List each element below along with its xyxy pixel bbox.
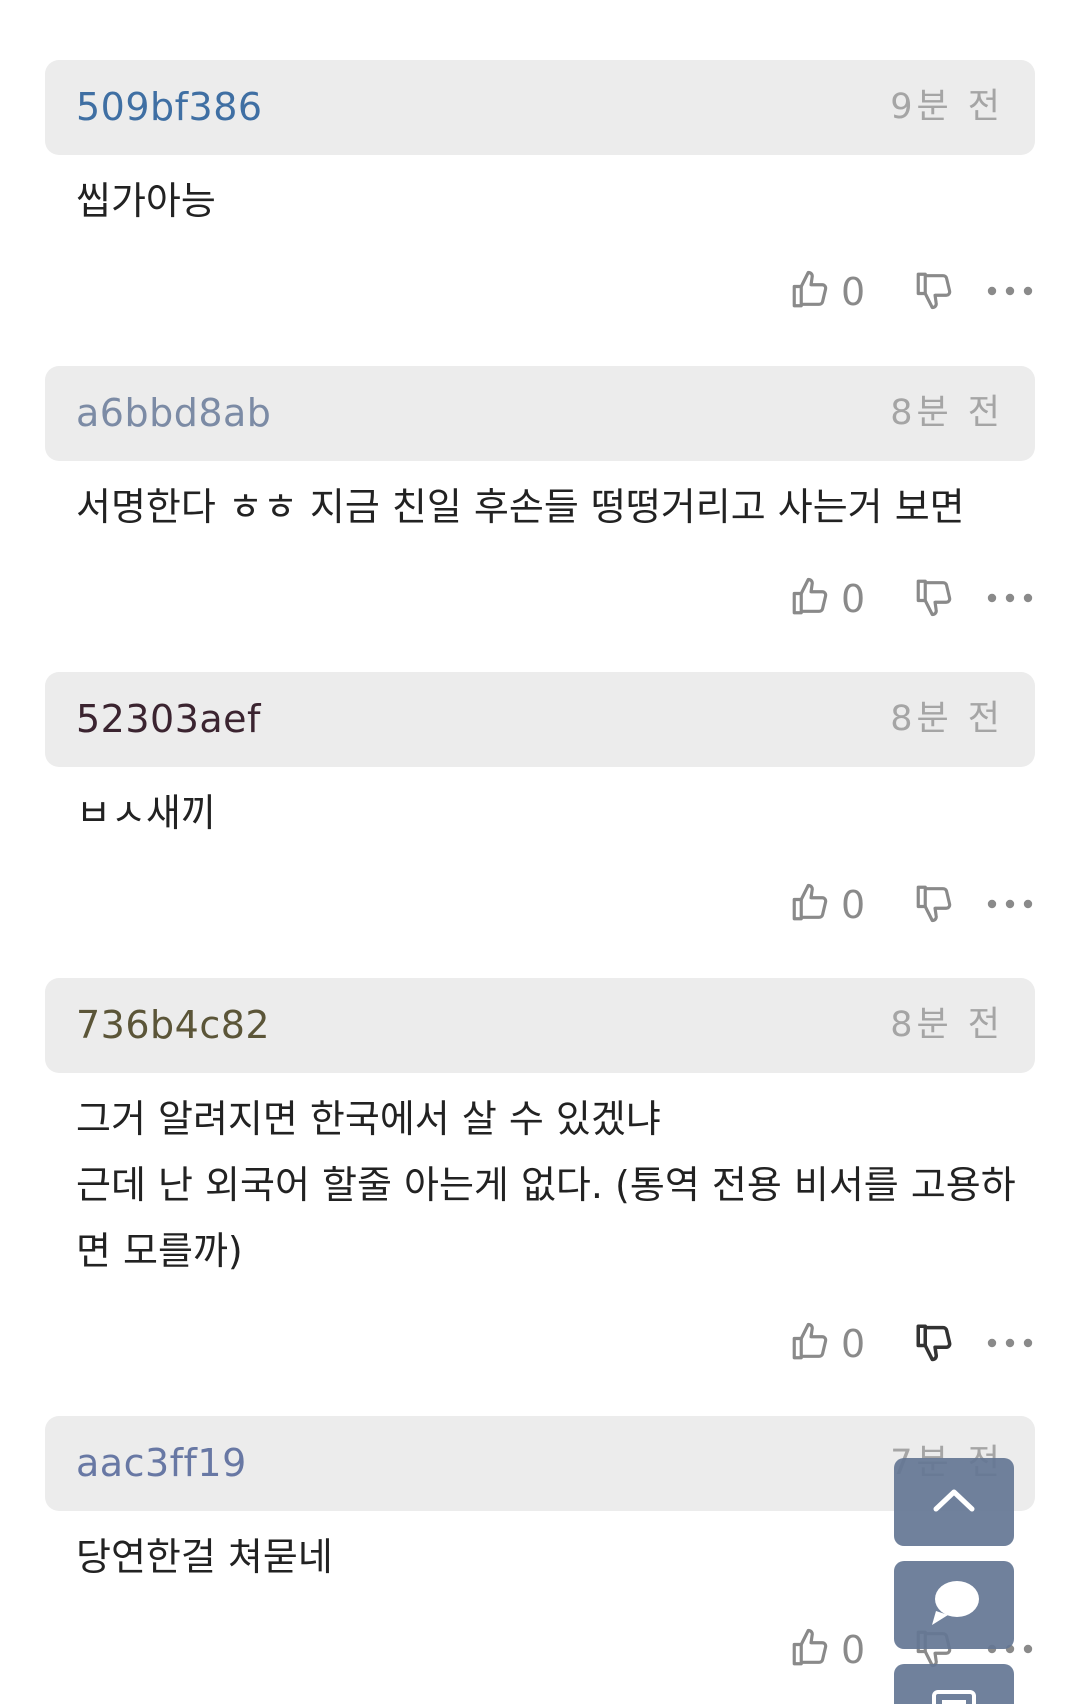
more-options-button[interactable] <box>985 1335 1035 1354</box>
comment-actions: 0 <box>789 1316 1035 1372</box>
dislike-button[interactable] <box>913 1321 955 1367</box>
comment-text: 그거 알려지면 한국에서 살 수 있겠냐 근데 난 외국어 할줄 아는게 없다.… <box>76 1097 1016 1273</box>
like-count: 0 <box>841 577 866 621</box>
thumbs-down-icon <box>913 1321 955 1367</box>
more-options-button[interactable] <box>985 283 1035 302</box>
comment-username[interactable]: 52303aef <box>76 672 261 767</box>
thumbs-up-icon <box>789 882 831 928</box>
comment-header: aac3ff19 7분 전 <box>45 1416 1035 1511</box>
comment-username[interactable]: 736b4c82 <box>76 978 270 1073</box>
scroll-top-button[interactable] <box>894 1458 1014 1546</box>
comment-text: 당연한걸 쳐묻네 <box>76 1535 333 1579</box>
list-icon <box>930 1686 978 1704</box>
comment-header: 52303aef 8분 전 <box>45 672 1035 767</box>
comment-text: ㅂㅅ새끼 <box>76 791 216 835</box>
like-count: 0 <box>841 883 866 927</box>
comment-header: a6bbd8ab 8분 전 <box>45 366 1035 461</box>
like-count: 0 <box>841 1322 866 1366</box>
more-dots-icon <box>985 896 1035 915</box>
chat-bubble-icon <box>926 1577 982 1633</box>
more-options-button[interactable] <box>985 896 1035 915</box>
more-dots-icon <box>985 283 1035 302</box>
comment-username[interactable]: 509bf386 <box>76 60 263 155</box>
more-dots-icon <box>985 1335 1035 1354</box>
thumbs-down-icon <box>913 269 955 315</box>
thumbs-up-icon <box>789 269 831 315</box>
like-count: 0 <box>841 1628 866 1672</box>
comment-header: 736b4c82 8분 전 <box>45 978 1035 1073</box>
dislike-button[interactable] <box>913 576 955 622</box>
comment-username[interactable]: aac3ff19 <box>76 1416 247 1511</box>
dislike-button[interactable] <box>913 882 955 928</box>
comment-text: 서명한다 ㅎㅎ 지금 친일 후손들 떵떵거리고 사는거 보면 <box>76 485 965 529</box>
comment-actions: 0 <box>789 264 1035 320</box>
like-button[interactable]: 0 <box>789 1627 875 1673</box>
like-button[interactable]: 0 <box>789 1321 875 1367</box>
comment-time: 8분 전 <box>890 393 1004 433</box>
comment-time: 8분 전 <box>890 699 1004 739</box>
like-count: 0 <box>841 270 866 314</box>
comment-text: 씹가아능 <box>76 179 216 223</box>
thumbs-up-icon <box>789 1321 831 1367</box>
more-dots-icon <box>985 590 1035 609</box>
like-button[interactable]: 0 <box>789 576 875 622</box>
comment-header: 509bf386 9분 전 <box>45 60 1035 155</box>
comment-actions: 0 <box>789 571 1035 627</box>
comment-username[interactable]: a6bbd8ab <box>76 366 271 461</box>
thumbs-up-icon <box>789 1627 831 1673</box>
comment-time: 8분 전 <box>890 1005 1004 1045</box>
dislike-button[interactable] <box>913 269 955 315</box>
like-button[interactable]: 0 <box>789 269 875 315</box>
more-options-button[interactable] <box>985 590 1035 609</box>
thumbs-down-icon <box>913 576 955 622</box>
thumbs-down-icon <box>913 882 955 928</box>
comment-time: 9분 전 <box>890 87 1004 127</box>
comment-actions: 0 <box>789 877 1035 933</box>
comment-page: 509bf386 9분 전 씹가아능 0 a6bbd8ab 8분 전 서명한다 … <box>0 0 1080 1704</box>
like-button[interactable]: 0 <box>789 882 875 928</box>
chevron-up-icon <box>930 1485 978 1519</box>
thumbs-up-icon <box>789 576 831 622</box>
comment-fab-button[interactable] <box>894 1561 1014 1649</box>
list-fab-button[interactable] <box>894 1664 1014 1704</box>
